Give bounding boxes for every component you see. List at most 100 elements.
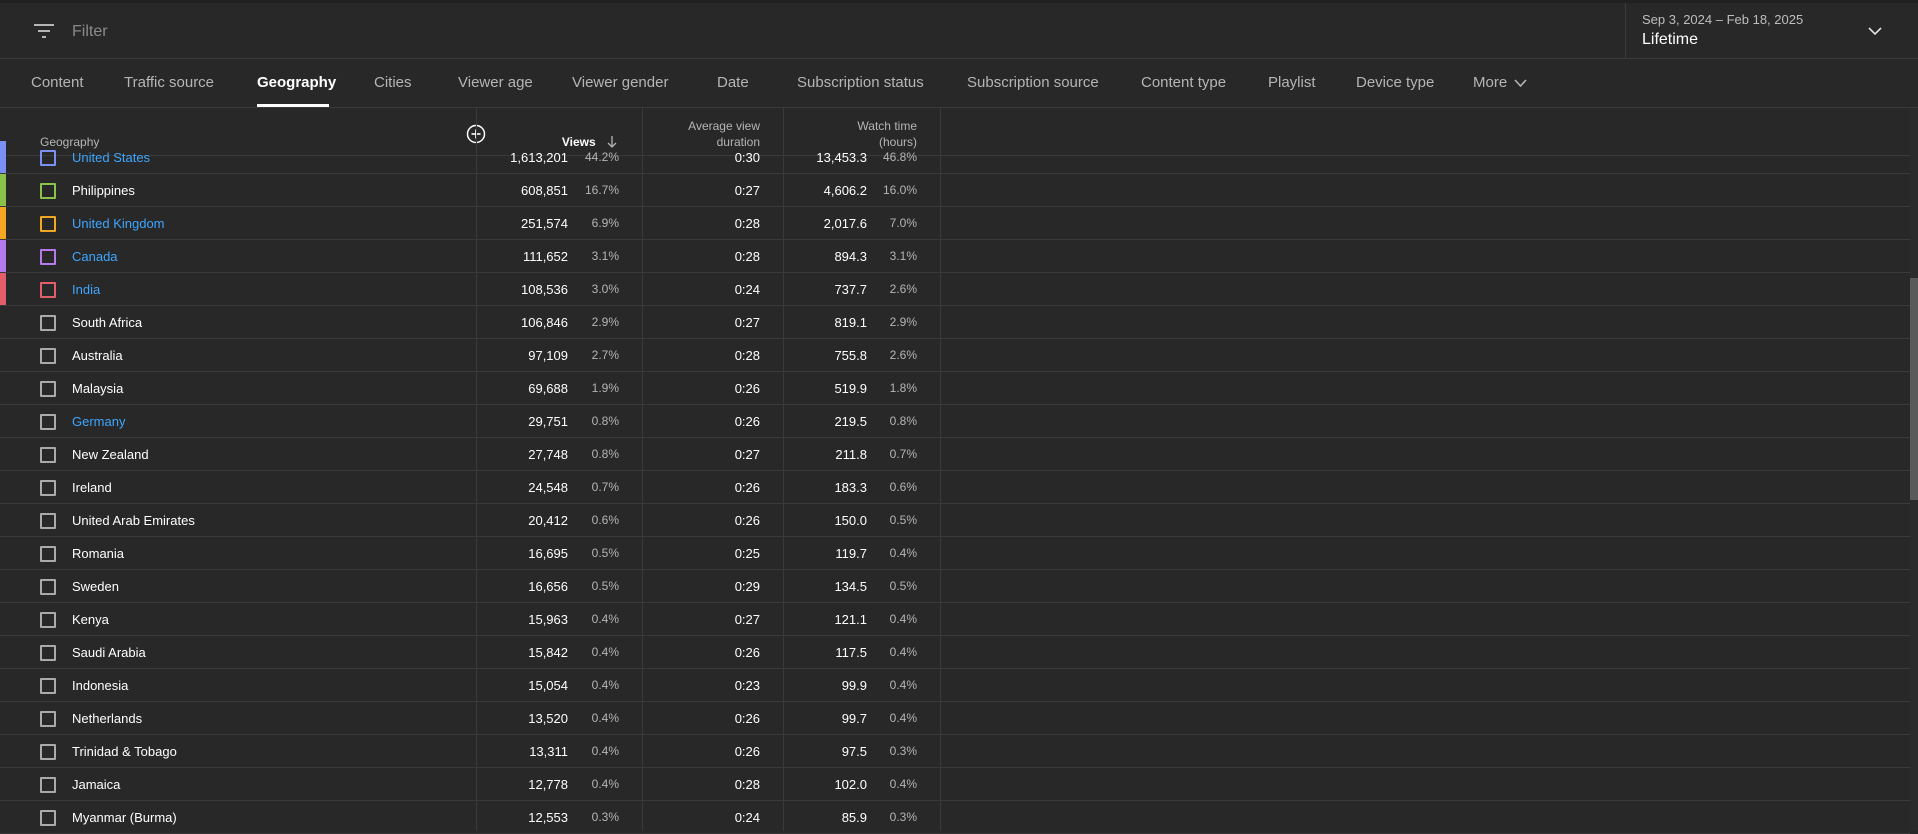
- views-percent: 0.8%: [591, 414, 619, 428]
- row-checkbox[interactable]: [40, 711, 56, 727]
- avg-view-duration-value: 0:24: [734, 810, 760, 825]
- avg-view-duration-value: 0:26: [734, 513, 760, 528]
- row-checkbox[interactable]: [40, 381, 56, 397]
- row-checkbox[interactable]: [40, 249, 56, 265]
- table-row[interactable]: India 108,536 3.0% 0:24 737.7 2.6%: [0, 273, 1910, 306]
- table-row[interactable]: Myanmar (Burma) 12,553 0.3% 0:24 85.9 0.3%: [0, 801, 1910, 834]
- row-checkbox[interactable]: [40, 546, 56, 562]
- table-row[interactable]: South Africa 106,846 2.9% 0:27 819.1 2.9%: [0, 306, 1910, 339]
- row-checkbox[interactable]: [40, 612, 56, 628]
- filter-input[interactable]: Filter: [72, 23, 108, 41]
- row-checkbox[interactable]: [40, 579, 56, 595]
- row-checkbox[interactable]: [40, 348, 56, 364]
- dimension-tabs: Content Traffic source Geography Cities …: [0, 59, 1918, 108]
- table-row[interactable]: Saudi Arabia 15,842 0.4% 0:26 117.5 0.4%: [0, 636, 1910, 669]
- row-checkbox[interactable]: [40, 216, 56, 232]
- series-color-stripe: [0, 240, 6, 272]
- avg-view-duration-value: 0:23: [734, 678, 760, 693]
- views-percent: 0.4%: [591, 711, 619, 725]
- views-percent: 0.4%: [591, 612, 619, 626]
- watch-time-value: 119.7: [835, 546, 867, 561]
- table-row[interactable]: Jamaica 12,778 0.4% 0:28 102.0 0.4%: [0, 768, 1910, 801]
- tab-date[interactable]: Date: [717, 74, 749, 91]
- table-row[interactable]: Australia 97,109 2.7% 0:28 755.8 2.6%: [0, 339, 1910, 372]
- row-checkbox[interactable]: [40, 183, 56, 199]
- tab-playlist[interactable]: Playlist: [1268, 74, 1316, 91]
- country-name[interactable]: India: [72, 282, 100, 297]
- country-name[interactable]: Germany: [72, 414, 125, 429]
- table-row[interactable]: Malaysia 69,688 1.9% 0:26 519.9 1.8%: [0, 372, 1910, 405]
- series-color-stripe: [0, 306, 6, 338]
- watch-time-value: 819.1: [834, 315, 867, 330]
- tab-more[interactable]: More: [1473, 74, 1527, 91]
- country-name: Malaysia: [72, 381, 124, 396]
- table-row[interactable]: Kenya 15,963 0.4% 0:27 121.1 0.4%: [0, 603, 1910, 636]
- table-row[interactable]: United Kingdom 251,574 6.9% 0:28 2,017.6 7.0%: [0, 207, 1910, 240]
- country-name: United Arab Emirates: [72, 513, 195, 528]
- table-row[interactable]: Netherlands 13,520 0.4% 0:26 99.7 0.4%: [0, 702, 1910, 735]
- avg-duration-header-line1: Average view: [688, 119, 760, 133]
- avg-view-duration-value: 0:26: [734, 414, 760, 429]
- table-row[interactable]: Philippines 608,851 16.7% 0:27 4,606.2 16.0%: [0, 174, 1910, 207]
- chevron-down-icon[interactable]: [1867, 23, 1883, 39]
- table-row[interactable]: United States 1,613,201 44.2% 0:30 13,453.3 4…: [0, 141, 1910, 174]
- row-checkbox[interactable]: [40, 678, 56, 694]
- country-name[interactable]: Canada: [72, 249, 118, 264]
- avg-view-duration-value: 0:30: [734, 150, 760, 165]
- tab-subscription-source[interactable]: Subscription source: [967, 74, 1099, 91]
- tab-viewer-age[interactable]: Viewer age: [458, 74, 533, 91]
- table-row[interactable]: Germany 29,751 0.8% 0:26 219.5 0.8%: [0, 405, 1910, 438]
- views-percent: 3.0%: [591, 282, 619, 296]
- table-row[interactable]: New Zealand 27,748 0.8% 0:27 211.8 0.7%: [0, 438, 1910, 471]
- tab-device-type[interactable]: Device type: [1356, 74, 1434, 91]
- date-period-label: Lifetime: [1642, 31, 1699, 48]
- row-checkbox[interactable]: [40, 414, 56, 430]
- country-name[interactable]: United Kingdom: [72, 216, 165, 231]
- country-name: Myanmar (Burma): [72, 810, 177, 825]
- row-checkbox[interactable]: [40, 282, 56, 298]
- tab-content-type[interactable]: Content type: [1141, 74, 1226, 91]
- views-value: 69,688: [528, 381, 568, 396]
- row-checkbox[interactable]: [40, 777, 56, 793]
- tab-cities[interactable]: Cities: [374, 74, 412, 91]
- views-value: 111,652: [522, 249, 568, 264]
- tab-traffic-source[interactable]: Traffic source: [124, 74, 214, 91]
- row-checkbox[interactable]: [40, 150, 56, 166]
- row-checkbox[interactable]: [40, 480, 56, 496]
- table-row[interactable]: Ireland 24,548 0.7% 0:26 183.3 0.6%: [0, 471, 1910, 504]
- tab-viewer-gender[interactable]: Viewer gender: [572, 74, 668, 91]
- views-value: 29,751: [528, 414, 568, 429]
- tab-subscription-status[interactable]: Subscription status: [797, 74, 924, 91]
- row-checkbox[interactable]: [40, 810, 56, 826]
- table-row[interactable]: Indonesia 15,054 0.4% 0:23 99.9 0.4%: [0, 669, 1910, 702]
- table-row[interactable]: Trinidad & Tobago 13,311 0.4% 0:26 97.5 0.3%: [0, 735, 1910, 768]
- tab-geography[interactable]: Geography: [257, 74, 336, 91]
- row-checkbox[interactable]: [40, 447, 56, 463]
- tab-content[interactable]: Content: [31, 74, 84, 91]
- country-name: Australia: [72, 348, 123, 363]
- table-row[interactable]: Canada 111,652 3.1% 0:28 894.3 3.1%: [0, 240, 1910, 273]
- row-checkbox[interactable]: [40, 645, 56, 661]
- date-range-selector[interactable]: Sep 3, 2024 – Feb 18, 2025 Lifetime: [1625, 3, 1918, 59]
- views-percent: 0.5%: [591, 546, 619, 560]
- row-checkbox[interactable]: [40, 513, 56, 529]
- table-row[interactable]: United Arab Emirates 20,412 0.6% 0:26 150.0 0…: [0, 504, 1910, 537]
- table-row[interactable]: Sweden 16,656 0.5% 0:29 134.5 0.5%: [0, 570, 1910, 603]
- views-percent: 0.4%: [591, 678, 619, 692]
- series-color-stripe: [0, 570, 6, 602]
- filter-icon[interactable]: [34, 23, 54, 39]
- avg-view-duration-value: 0:27: [734, 447, 760, 462]
- row-checkbox[interactable]: [40, 744, 56, 760]
- views-value: 15,963: [528, 612, 568, 627]
- date-range-text: Sep 3, 2024 – Feb 18, 2025: [1642, 12, 1804, 27]
- series-color-stripe: [0, 339, 6, 371]
- watch-time-value: 13,453.3: [816, 150, 867, 165]
- views-percent: 2.9%: [591, 315, 619, 329]
- watch-time-percent: 3.1%: [889, 249, 917, 263]
- row-checkbox[interactable]: [40, 315, 56, 331]
- avg-view-duration-value: 0:27: [734, 612, 760, 627]
- scrollbar-thumb[interactable]: [1910, 278, 1918, 500]
- series-color-stripe: [0, 537, 6, 569]
- table-row[interactable]: Romania 16,695 0.5% 0:25 119.7 0.4%: [0, 537, 1910, 570]
- country-name[interactable]: United States: [72, 150, 150, 165]
